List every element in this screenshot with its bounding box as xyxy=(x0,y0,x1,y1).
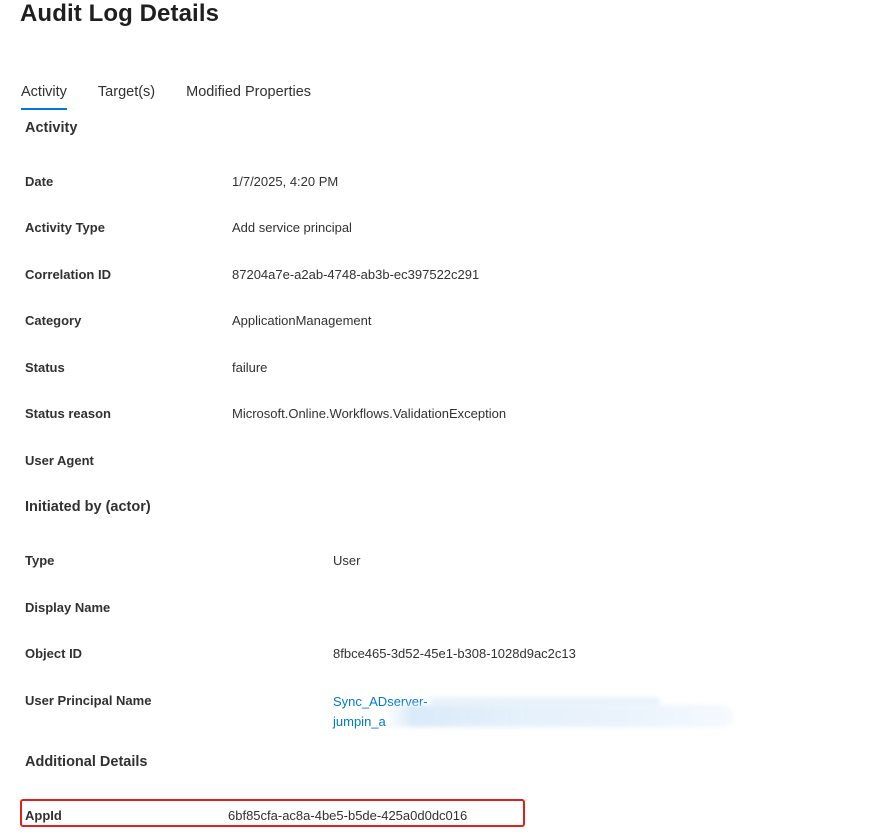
appid-label: AppId xyxy=(25,808,62,823)
date-label: Date xyxy=(25,174,54,189)
appid-value: 6bf85cfa-ac8a-4be5-b5de-425a0d0dc016 xyxy=(228,808,468,823)
display-name-label: Display Name xyxy=(25,600,111,615)
activity-type-value: Add service principal xyxy=(232,220,352,235)
date-value: 1/7/2025, 4:20 PM xyxy=(232,174,339,189)
tab-targets[interactable]: Target(s) xyxy=(98,82,155,102)
status-value: failure xyxy=(232,360,268,375)
redaction-blur xyxy=(385,705,733,727)
additional-details-section-header: Additional Details xyxy=(25,754,148,770)
activity-type-label: Activity Type xyxy=(25,220,105,235)
tab-activity[interactable]: Activity xyxy=(21,82,67,110)
object-id-label: Object ID xyxy=(25,646,83,661)
status-reason-value: Microsoft.Online.Workflows.ValidationExc… xyxy=(232,406,507,421)
tab-bar: Activity Target(s) Modified Properties xyxy=(21,82,342,112)
status-label: Status xyxy=(25,360,65,375)
correlation-id-value: 87204a7e-a2ab-4748-ab3b-ec397522c291 xyxy=(232,267,480,282)
correlation-id-label: Correlation ID xyxy=(25,267,111,282)
initiated-by-section-header: Initiated by (actor) xyxy=(25,499,151,515)
status-reason-label: Status reason xyxy=(25,406,111,421)
actor-type-value: User xyxy=(333,553,361,568)
object-id-value: 8fbce465-3d52-45e1-b308-1028d9ac2c13 xyxy=(333,646,576,661)
actor-type-label: Type xyxy=(25,553,55,568)
user-agent-label: User Agent xyxy=(25,453,94,468)
audit-log-details-panel: Audit Log Details Activity Target(s) Mod… xyxy=(0,0,873,839)
user-principal-name-label: User Principal Name xyxy=(25,693,152,708)
page-title: Audit Log Details xyxy=(20,0,220,27)
category-label: Category xyxy=(25,313,82,328)
category-value: ApplicationManagement xyxy=(232,313,372,328)
activity-section-header: Activity xyxy=(25,120,78,136)
tab-modified-properties[interactable]: Modified Properties xyxy=(186,82,311,102)
